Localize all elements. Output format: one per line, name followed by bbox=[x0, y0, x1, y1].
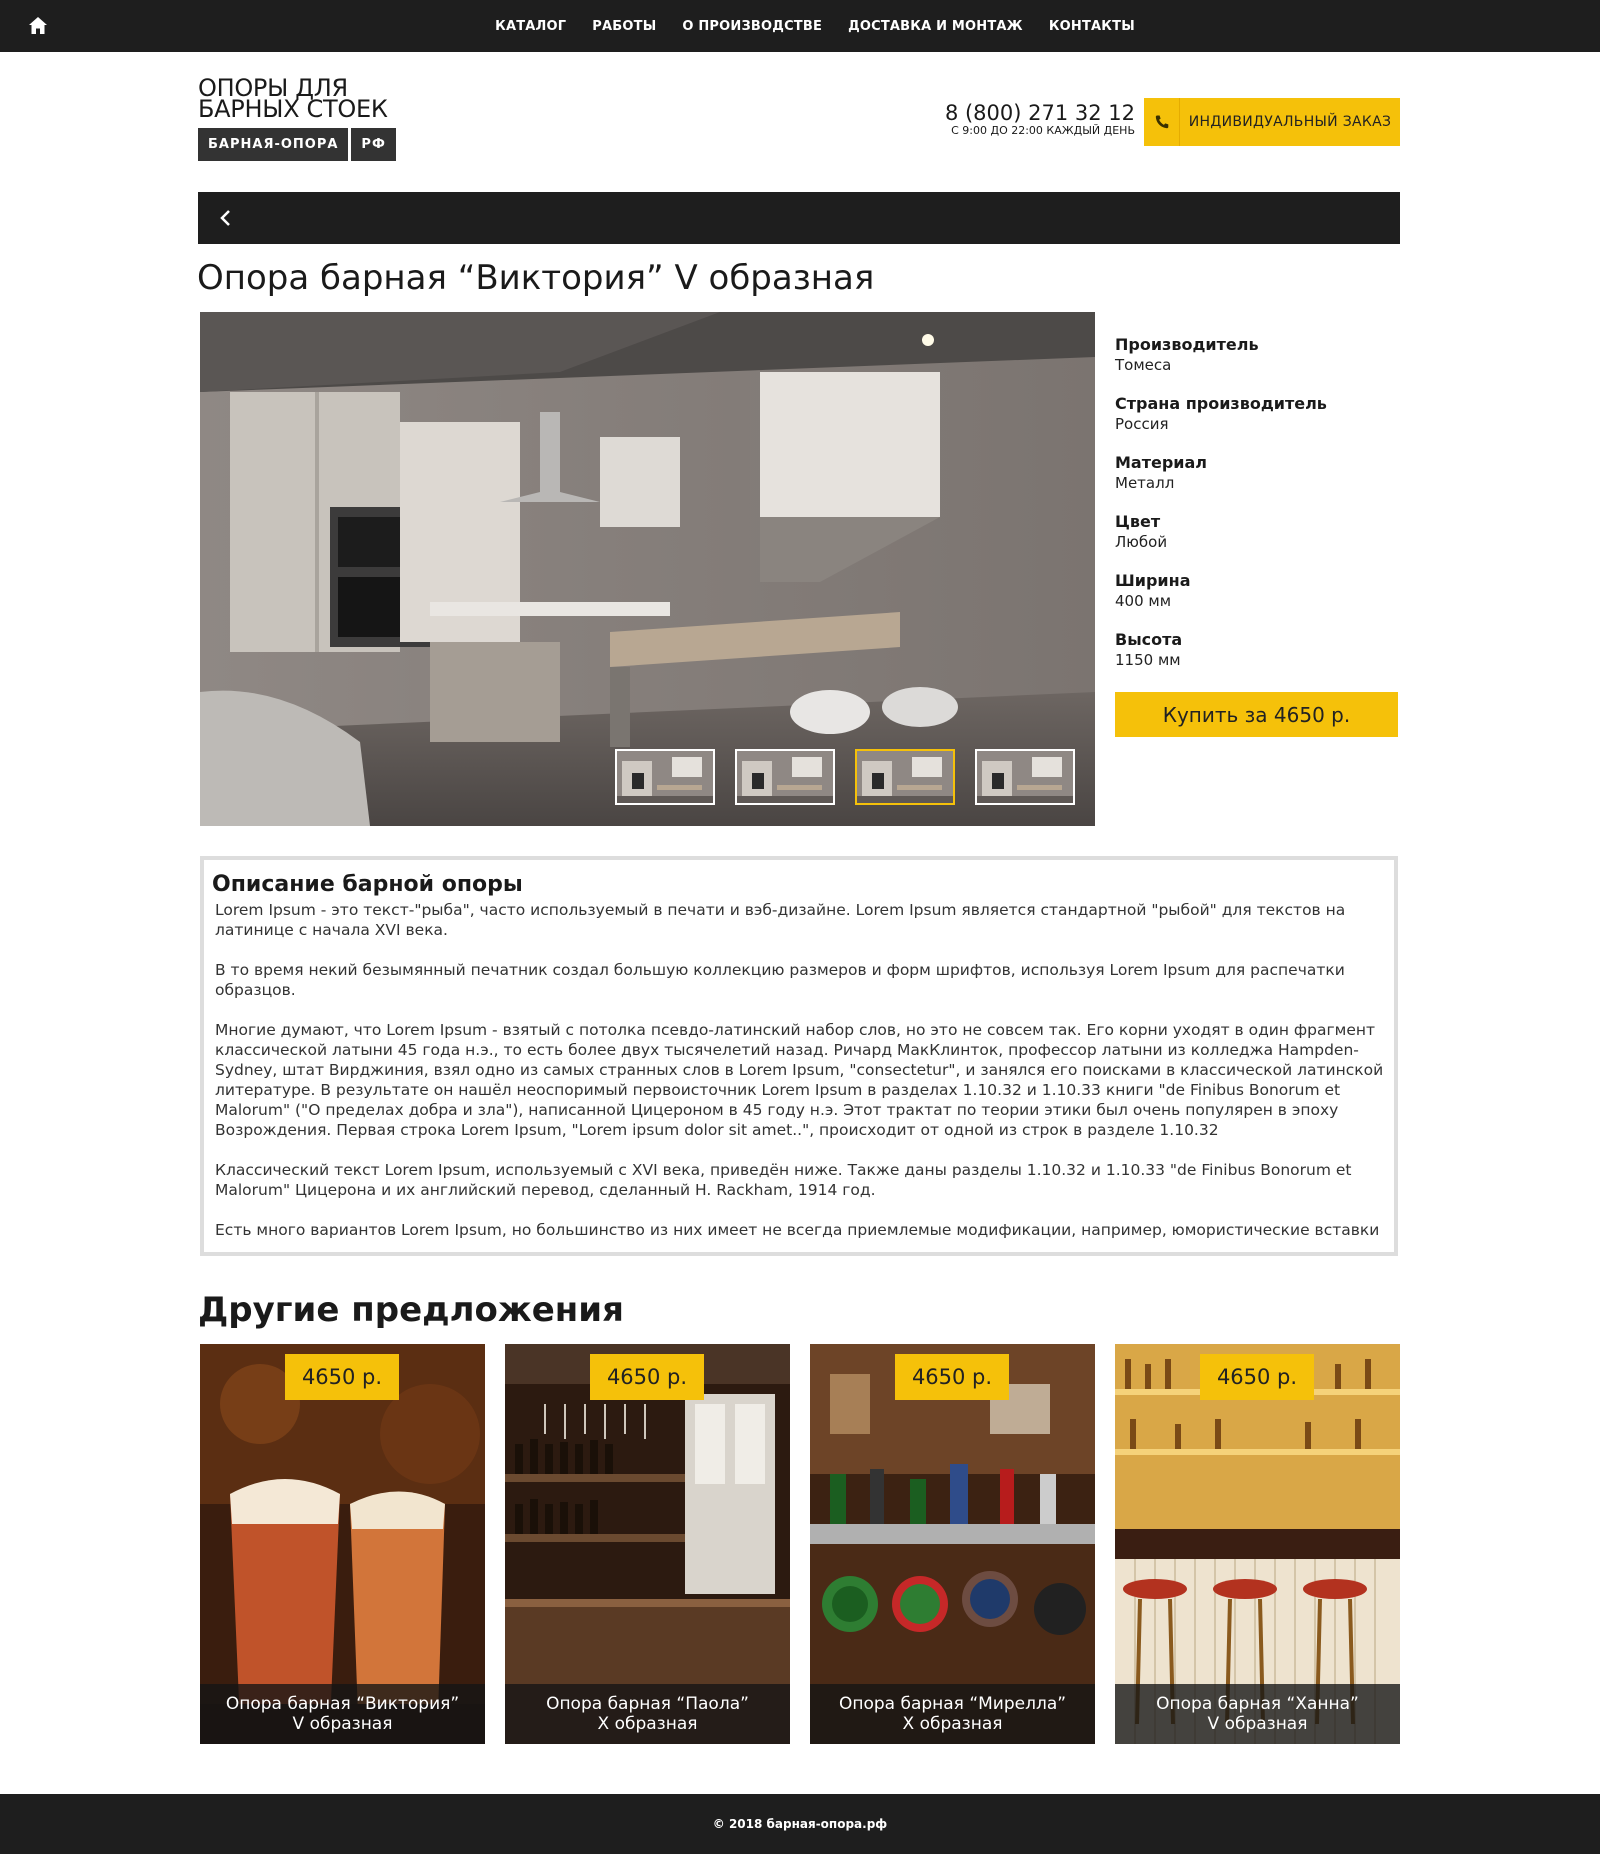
spec-value: Россия bbox=[1115, 415, 1169, 433]
phone-icon bbox=[1144, 98, 1180, 146]
thumbnail-1[interactable] bbox=[615, 749, 715, 805]
nav-item-works[interactable]: РАБОТЫ bbox=[592, 19, 656, 34]
offer-name: Опора барная “Виктория” bbox=[225, 1694, 460, 1714]
spec-label: Страна производитель bbox=[1115, 394, 1327, 413]
offer-price: 4650 р. bbox=[590, 1354, 704, 1400]
logo-badges: БАРНАЯ-ОПОРА РФ bbox=[198, 128, 398, 161]
top-navigation: КАТАЛОГ РАБОТЫ О ПРОИЗВОДСТВЕ ДОСТАВКА И… bbox=[0, 0, 1600, 52]
nav-item-contacts[interactable]: КОНТАКТЫ bbox=[1049, 19, 1135, 34]
spec-label: Ширина bbox=[1115, 571, 1191, 590]
description-box[interactable]: Описание барной опоры Lorem Ipsum - это … bbox=[200, 856, 1398, 1256]
spec-value: Металл bbox=[1115, 474, 1175, 492]
description-title: Описание барной опоры bbox=[212, 872, 523, 897]
product-main-photo bbox=[200, 312, 1095, 826]
description-paragraph: Lorem Ipsum - это текст-"рыба", часто ис… bbox=[215, 901, 1346, 939]
spec-country: Страна производитель Россия bbox=[1115, 394, 1400, 434]
other-offers-title: Другие предложения bbox=[198, 1290, 624, 1330]
spec-value: Томеса bbox=[1115, 356, 1172, 374]
spec-label: Высота bbox=[1115, 630, 1183, 649]
offer-type: X образная bbox=[597, 1714, 698, 1734]
thumbnail-2[interactable] bbox=[735, 749, 835, 805]
spec-value: Любой bbox=[1115, 533, 1168, 551]
offer-caption: Опора барная “Мирелла” X образная bbox=[810, 1684, 1095, 1744]
offer-price: 4650 р. bbox=[1200, 1354, 1314, 1400]
spec-color: Цвет Любой bbox=[1115, 512, 1400, 552]
offer-caption: Опора барная “Паола” X образная bbox=[505, 1684, 790, 1744]
offer-card[interactable]: 4650 р. Опора барная “Виктория” V образн… bbox=[200, 1344, 485, 1744]
individual-order-button[interactable]: ИНДИВИДУАЛЬНЫЙ ЗАКАЗ bbox=[1144, 98, 1400, 146]
spec-height: Высота 1150 мм bbox=[1115, 630, 1400, 670]
offer-card[interactable]: 4650 р. Опора барная “Ханна” V образная bbox=[1115, 1344, 1400, 1744]
spec-value: 1150 мм bbox=[1115, 651, 1181, 669]
nav-item-delivery[interactable]: ДОСТАВКА И МОНТАЖ bbox=[848, 19, 1023, 34]
copyright-text: © 2018 барная-опора.рф bbox=[712, 1817, 888, 1831]
site-logo[interactable]: ОПОРЫ ДЛЯ БАРНЫХ СТОЕК БАРНАЯ-ОПОРА РФ bbox=[198, 76, 398, 161]
page-title: Опора барная “Виктория” V образная bbox=[197, 258, 875, 298]
individual-order-label: ИНДИВИДУАЛЬНЫЙ ЗАКАЗ bbox=[1188, 114, 1392, 130]
logo-badge-domain: БАРНАЯ-ОПОРА bbox=[198, 128, 349, 161]
offer-price: 4650 р. bbox=[285, 1354, 399, 1400]
offer-name: Опора барная “Паола” bbox=[546, 1694, 749, 1714]
offer-caption: Опора барная “Ханна” V образная bbox=[1115, 1684, 1400, 1744]
nav-item-catalog[interactable]: КАТАЛОГ bbox=[495, 19, 566, 34]
offer-name: Опора барная “Ханна” bbox=[1156, 1694, 1359, 1714]
product-specs: Производитель Томеса Страна производител… bbox=[1115, 335, 1400, 689]
spec-label: Цвет bbox=[1115, 512, 1161, 531]
description-paragraph: Многие думают, что Lorem Ipsum - взятый … bbox=[215, 1021, 1384, 1139]
breadcrumb-bar bbox=[198, 192, 1400, 244]
logo-title-line2: БАРНЫХ СТОЕК bbox=[198, 95, 388, 123]
offer-card[interactable]: 4650 р. Опора барная “Мирелла” X образна… bbox=[810, 1344, 1095, 1744]
spec-label: Производитель bbox=[1115, 335, 1259, 354]
buy-button[interactable]: Купить за 4650 р. bbox=[1115, 692, 1398, 737]
footer: © 2018 барная-опора.рф bbox=[0, 1794, 1600, 1854]
offer-type: V образная bbox=[1207, 1714, 1308, 1734]
description-paragraph: Есть много вариантов Lorem Ipsum, но бол… bbox=[215, 1221, 1380, 1239]
chevron-left-icon[interactable] bbox=[214, 206, 238, 230]
phone-number[interactable]: 8 (800) 271 32 12 bbox=[945, 102, 1135, 124]
other-offers-list: 4650 р. Опора барная “Виктория” V образн… bbox=[200, 1344, 1400, 1744]
spec-width: Ширина 400 мм bbox=[1115, 571, 1400, 611]
thumbnail-4[interactable] bbox=[975, 749, 1075, 805]
offer-type: X образная bbox=[902, 1714, 1003, 1734]
spec-label: Материал bbox=[1115, 453, 1208, 472]
offer-card[interactable]: 4650 р. Опора барная “Паола” X образная bbox=[505, 1344, 790, 1744]
offer-type: V образная bbox=[292, 1714, 393, 1734]
offer-name: Опора барная “Мирелла” bbox=[838, 1694, 1067, 1714]
spec-manufacturer: Производитель Томеса bbox=[1115, 335, 1400, 375]
spec-value: 400 мм bbox=[1115, 592, 1172, 610]
description-paragraph: В то время некий безымянный печатник соз… bbox=[215, 961, 1345, 999]
working-hours: С 9:00 ДО 22:00 КАЖДЫЙ ДЕНЬ bbox=[951, 124, 1135, 137]
description-paragraph: Классический текст Lorem Ipsum, использу… bbox=[215, 1161, 1352, 1199]
thumbnail-3[interactable] bbox=[855, 749, 955, 805]
logo-badge-zone: РФ bbox=[351, 128, 396, 161]
offer-caption: Опора барная “Виктория” V образная bbox=[200, 1684, 485, 1744]
photo-thumbnails bbox=[615, 749, 1075, 805]
nav-item-production[interactable]: О ПРОИЗВОДСТВЕ bbox=[682, 19, 822, 34]
main-menu: КАТАЛОГ РАБОТЫ О ПРОИЗВОДСТВЕ ДОСТАВКА И… bbox=[0, 0, 1600, 52]
spec-material: Материал Металл bbox=[1115, 453, 1400, 493]
phone-block: 8 (800) 271 32 12 С 9:00 ДО 22:00 КАЖДЫЙ… bbox=[945, 102, 1135, 137]
offer-price: 4650 р. bbox=[895, 1354, 1009, 1400]
